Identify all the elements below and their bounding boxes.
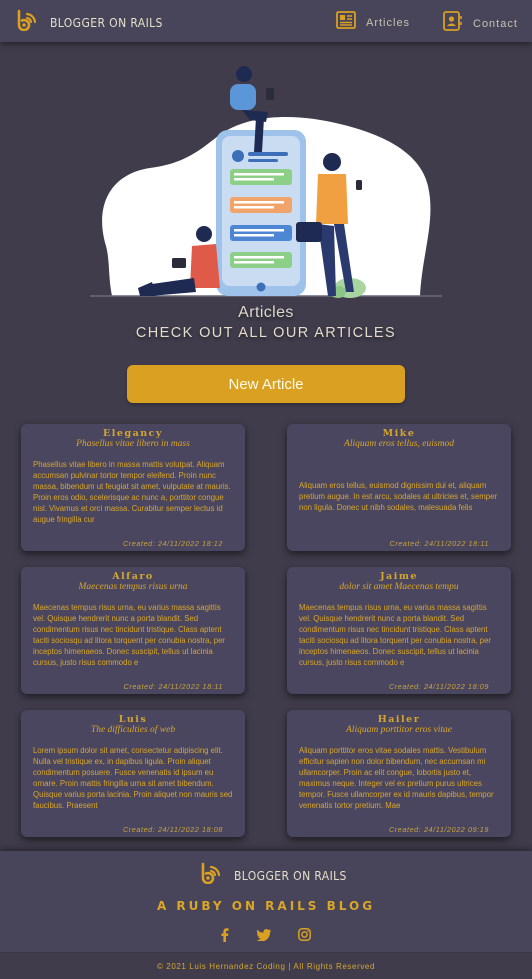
brand-link[interactable]: BLOGGER ON RAILS xyxy=(16,9,163,36)
article-created-date: Created: 24/11/2022 18:09 xyxy=(389,682,489,691)
article-excerpt: Lorem ipsum dolor sit amet, consectetur … xyxy=(33,746,233,810)
article-title: Maecenas tempus risus urna xyxy=(78,582,188,592)
brand-name: BLOGGER ON RAILS xyxy=(50,15,163,30)
nav-articles-label: Articles xyxy=(366,16,411,29)
facebook-icon[interactable] xyxy=(221,928,229,947)
article-created-date: Created: 24/11/2022 18:11 xyxy=(123,682,223,691)
article-created-date: Created: 24/11/2022 18:11 xyxy=(389,539,489,548)
page-title: Articles xyxy=(238,304,294,321)
article-title: The difficulties of web xyxy=(90,725,176,735)
article-card[interactable]: Alfaro Maecenas tempus risus urna Maecen… xyxy=(21,567,245,694)
nav-contact-link[interactable]: Contact xyxy=(443,11,518,36)
footer: BLOGGER ON RAILS A RUBY ON RAILS BLOG © … xyxy=(0,851,532,979)
article-title: dolor sit amet Maecenas tempu xyxy=(339,582,459,592)
article-created-date: Created: 24/11/2022 18:12 xyxy=(123,539,223,548)
article-title: Phasellus vitae libero in mass xyxy=(76,439,190,449)
footer-brand-name: BLOGGER ON RAILS xyxy=(234,868,347,883)
newspaper-icon xyxy=(336,11,356,34)
instagram-icon[interactable] xyxy=(298,928,311,946)
nav-articles-link[interactable]: Articles xyxy=(336,11,410,34)
article-excerpt: Aliquam porttitor eros vitae sodales mat… xyxy=(299,746,494,810)
footer-brand-link[interactable]: BLOGGER ON RAILS xyxy=(200,862,347,889)
nav-contact-label: Contact xyxy=(473,17,518,30)
article-created-date: Created: 24/11/2022 18:08 xyxy=(123,825,223,834)
article-excerpt: Phasellus vitae libero in massa mattis v… xyxy=(33,460,231,524)
article-author: Luis xyxy=(118,714,148,725)
rss-logo-icon xyxy=(16,9,38,36)
article-title: Aliquam eros tellus, euismod xyxy=(344,439,454,449)
article-author: Mike xyxy=(382,428,416,439)
article-excerpt: Maecenas tempus risus urna, eu varius ma… xyxy=(33,603,226,667)
navbar: BLOGGER ON RAILS Articles Contact xyxy=(0,0,532,42)
article-created-date: Created: 24/11/2022 09:19 xyxy=(389,825,489,834)
new-article-button[interactable]: New Article xyxy=(127,365,405,403)
article-author: Elegancy xyxy=(103,428,163,439)
article-card[interactable]: Elegancy Phasellus vitae libero in mass … xyxy=(21,424,245,551)
twitter-icon[interactable] xyxy=(256,928,271,946)
article-card[interactable]: Hailer Aliquam porttitor eros vitae Aliq… xyxy=(287,710,511,837)
article-card[interactable]: Luis The difficulties of web Lorem ipsum… xyxy=(21,710,245,837)
article-excerpt: Maecenas tempus risus urna, eu varius ma… xyxy=(299,603,492,667)
article-card[interactable]: Mike Aliquam eros tellus, euismod Aliqua… xyxy=(287,424,511,551)
article-author: Jaime xyxy=(380,571,418,582)
page-heading: Articles CHECK OUT ALL OUR ARTICLES xyxy=(0,304,532,341)
hero-illustration xyxy=(90,56,442,302)
article-title: Aliquam porttitor eros vitae xyxy=(346,725,452,735)
article-excerpt: Aliquam eros tellus, euismod dignissim d… xyxy=(299,480,498,512)
contact-card-icon xyxy=(443,11,463,36)
page-subtitle: CHECK OUT ALL OUR ARTICLES xyxy=(135,325,397,341)
article-card[interactable]: Jaime dolor sit amet Maecenas tempu Maec… xyxy=(287,567,511,694)
article-author: Hailer xyxy=(377,714,421,725)
footer-tagline: A RUBY ON RAILS BLOG xyxy=(156,899,376,913)
article-author: Alfaro xyxy=(112,571,154,582)
copyright: © 2021 Luis Hernandez Coding | All Right… xyxy=(0,952,532,979)
rss-logo-icon xyxy=(200,862,222,889)
